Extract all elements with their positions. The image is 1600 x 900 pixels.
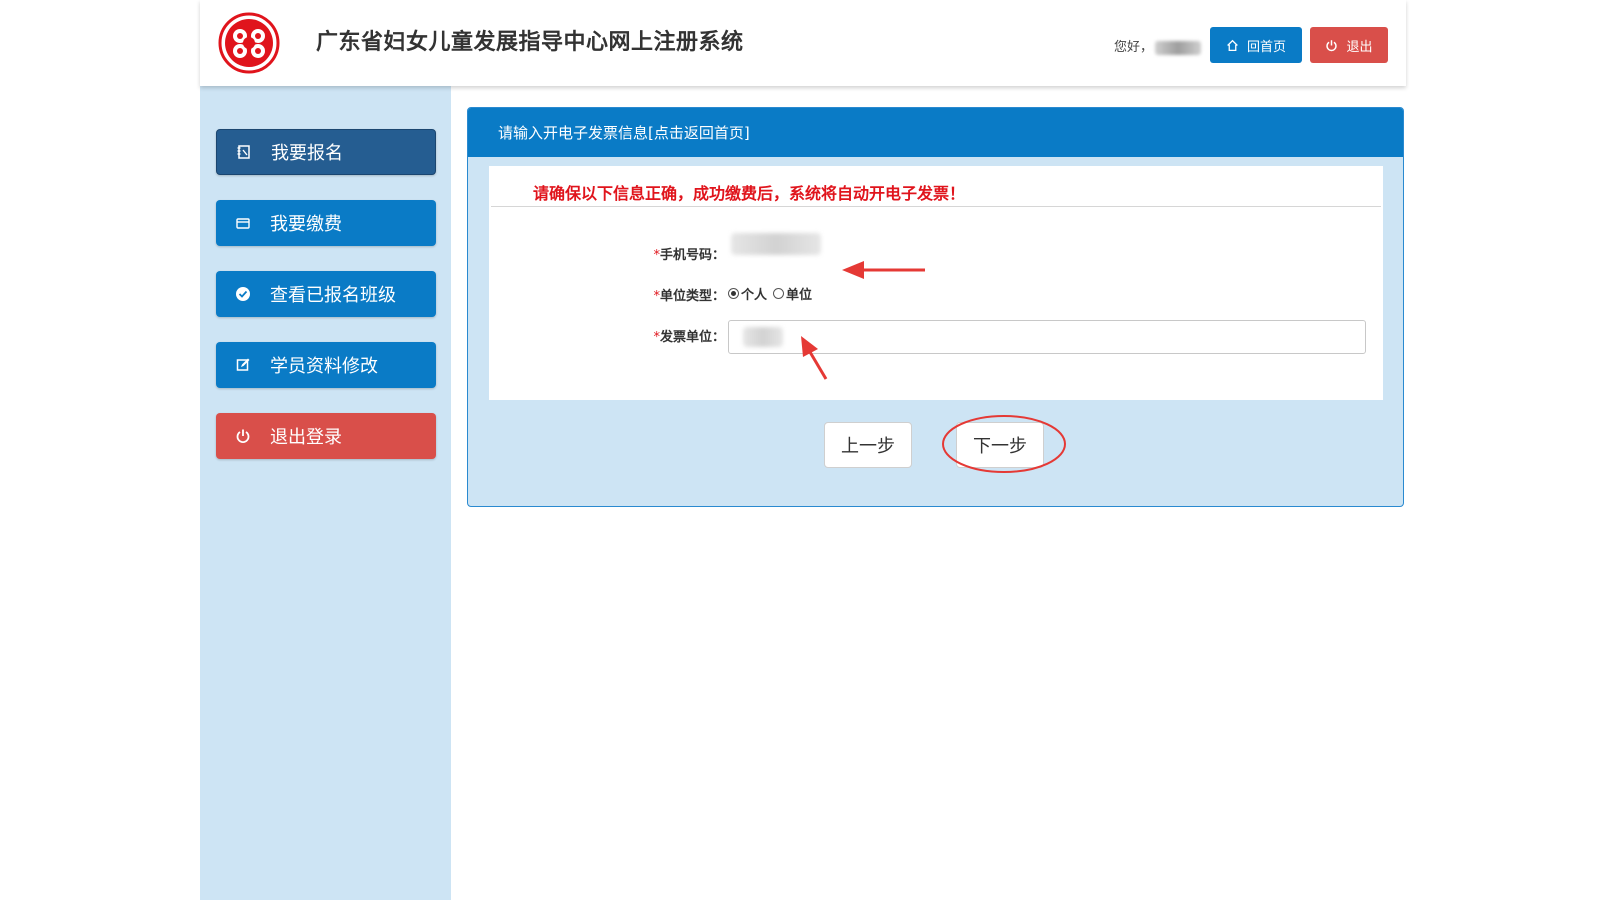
home-button[interactable]: 回首页 (1210, 27, 1302, 63)
sidebar-item-register[interactable]: 我要报名 (216, 129, 436, 175)
sidebar-item-label: 退出登录 (270, 427, 342, 448)
sidebar-item-enrolled-classes[interactable]: 查看已报名班级 (216, 271, 436, 317)
unit-type-label-text: 单位类型： (659, 289, 725, 304)
sidebar-item-edit-profile[interactable]: 学员资料修改 (216, 342, 436, 388)
home-icon (1227, 39, 1238, 51)
register-icon (217, 144, 271, 160)
unit-type-radio-group: 个人 单位 (728, 284, 812, 303)
sidebar-item-label: 我要缴费 (270, 214, 342, 235)
check-circle-icon (216, 286, 270, 302)
radio-organization-label: 单位 (786, 288, 813, 303)
divider (491, 206, 1381, 207)
app-frame: 广东省妇女儿童发展指导中心网上注册系统 您好， 回首页 退出 我要报名 我要缴费… (200, 0, 1406, 900)
panel-title-link[interactable]: 请输入开电子发票信息[点击返回首页] (468, 108, 1403, 157)
user-greeting: 您好， (1114, 36, 1202, 55)
home-button-label: 回首页 (1246, 39, 1286, 55)
unit-type-label: *单位类型： (619, 285, 725, 304)
invoice-form: 请确保以下信息正确，成功缴费后，系统将自动开电子发票！ *手机号码： *单位类型… (489, 166, 1383, 400)
username-redacted (1155, 40, 1202, 55)
invoice-notice: 请确保以下信息正确，成功缴费后，系统将自动开电子发票！ (533, 184, 966, 203)
top-header: 广东省妇女儿童发展指导中心网上注册系统 您好， 回首页 退出 (200, 0, 1406, 86)
sidebar: 我要报名 我要缴费 查看已报名班级 学员资料修改 退出登录 (200, 86, 451, 900)
sidebar-item-logout[interactable]: 退出登录 (216, 413, 436, 459)
phone-value-redacted (731, 233, 821, 255)
greeting-text: 您好， (1114, 40, 1154, 55)
power-icon (216, 428, 270, 444)
next-step-button[interactable]: 下一步 (956, 422, 1044, 468)
phone-label: *手机号码： (619, 244, 725, 263)
sidebar-item-label: 学员资料修改 (270, 356, 378, 377)
radio-organization[interactable] (773, 288, 785, 299)
radio-individual-label: 个人 (741, 288, 768, 303)
logout-button-label: 退出 (1346, 39, 1373, 55)
radio-individual[interactable] (728, 288, 739, 299)
womens-federation-logo (218, 12, 280, 74)
edit-icon (216, 357, 270, 373)
card-icon (216, 215, 270, 231)
invoice-unit-value-redacted (743, 327, 783, 347)
invoice-unit-label: *发票单位： (619, 326, 725, 345)
invoice-unit-input[interactable] (728, 320, 1366, 354)
logout-button[interactable]: 退出 (1310, 27, 1388, 63)
invoice-unit-label-text: 发票单位： (659, 330, 725, 345)
invoice-panel: 请输入开电子发票信息[点击返回首页] 请确保以下信息正确，成功缴费后，系统将自动… (467, 107, 1404, 507)
sidebar-item-label: 我要报名 (271, 143, 343, 164)
sidebar-item-payment[interactable]: 我要缴费 (216, 200, 436, 246)
sidebar-item-label: 查看已报名班级 (270, 285, 396, 306)
prev-step-button[interactable]: 上一步 (824, 422, 912, 468)
phone-label-text: 手机号码： (659, 248, 725, 263)
power-icon (1326, 39, 1338, 51)
site-title: 广东省妇女儿童发展指导中心网上注册系统 (316, 30, 744, 55)
